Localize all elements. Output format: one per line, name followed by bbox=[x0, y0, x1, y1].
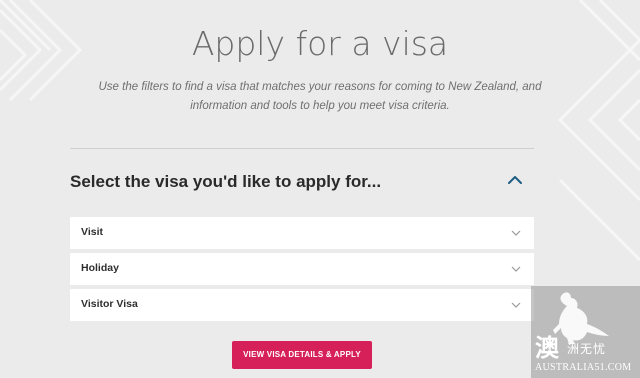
visit-reason-dropdown[interactable]: Holiday bbox=[70, 253, 534, 285]
visa-type-dropdown[interactable]: Visitor Visa bbox=[70, 289, 534, 321]
watermark-char-large: 澳 bbox=[535, 334, 559, 362]
subtitle-line-2: information and tools to help you meet v… bbox=[190, 100, 450, 112]
dropdown-selected-value: Visit bbox=[81, 226, 103, 238]
view-visa-details-apply-button[interactable]: VIEW VISA DETAILS & APPLY bbox=[232, 341, 372, 369]
chevron-up-icon bbox=[508, 176, 522, 184]
chevron-down-icon bbox=[511, 302, 521, 308]
section-divider bbox=[70, 148, 534, 149]
page-subtitle: Use the filters to find a visa that matc… bbox=[80, 78, 560, 116]
chevron-down-icon bbox=[511, 266, 521, 272]
site-watermark: 澳 洲无忧 AUSTRALIA51.COM bbox=[531, 286, 640, 378]
chevron-down-icon bbox=[511, 230, 521, 236]
collapse-toggle-button[interactable] bbox=[504, 172, 526, 188]
watermark-site: AUSTRALIA51.COM bbox=[535, 362, 632, 373]
dropdown-selected-value: Holiday bbox=[81, 262, 119, 274]
dropdown-selected-value: Visitor Visa bbox=[81, 298, 138, 310]
page-title: Apply for a visa bbox=[191, 24, 449, 63]
visa-selector-heading: Select the visa you'd like to apply for.… bbox=[70, 172, 382, 191]
subtitle-line-1: Use the filters to find a visa that matc… bbox=[98, 81, 542, 93]
visa-purpose-dropdown[interactable]: Visit bbox=[70, 217, 534, 249]
watermark-chars-small: 洲无忧 bbox=[567, 342, 607, 356]
